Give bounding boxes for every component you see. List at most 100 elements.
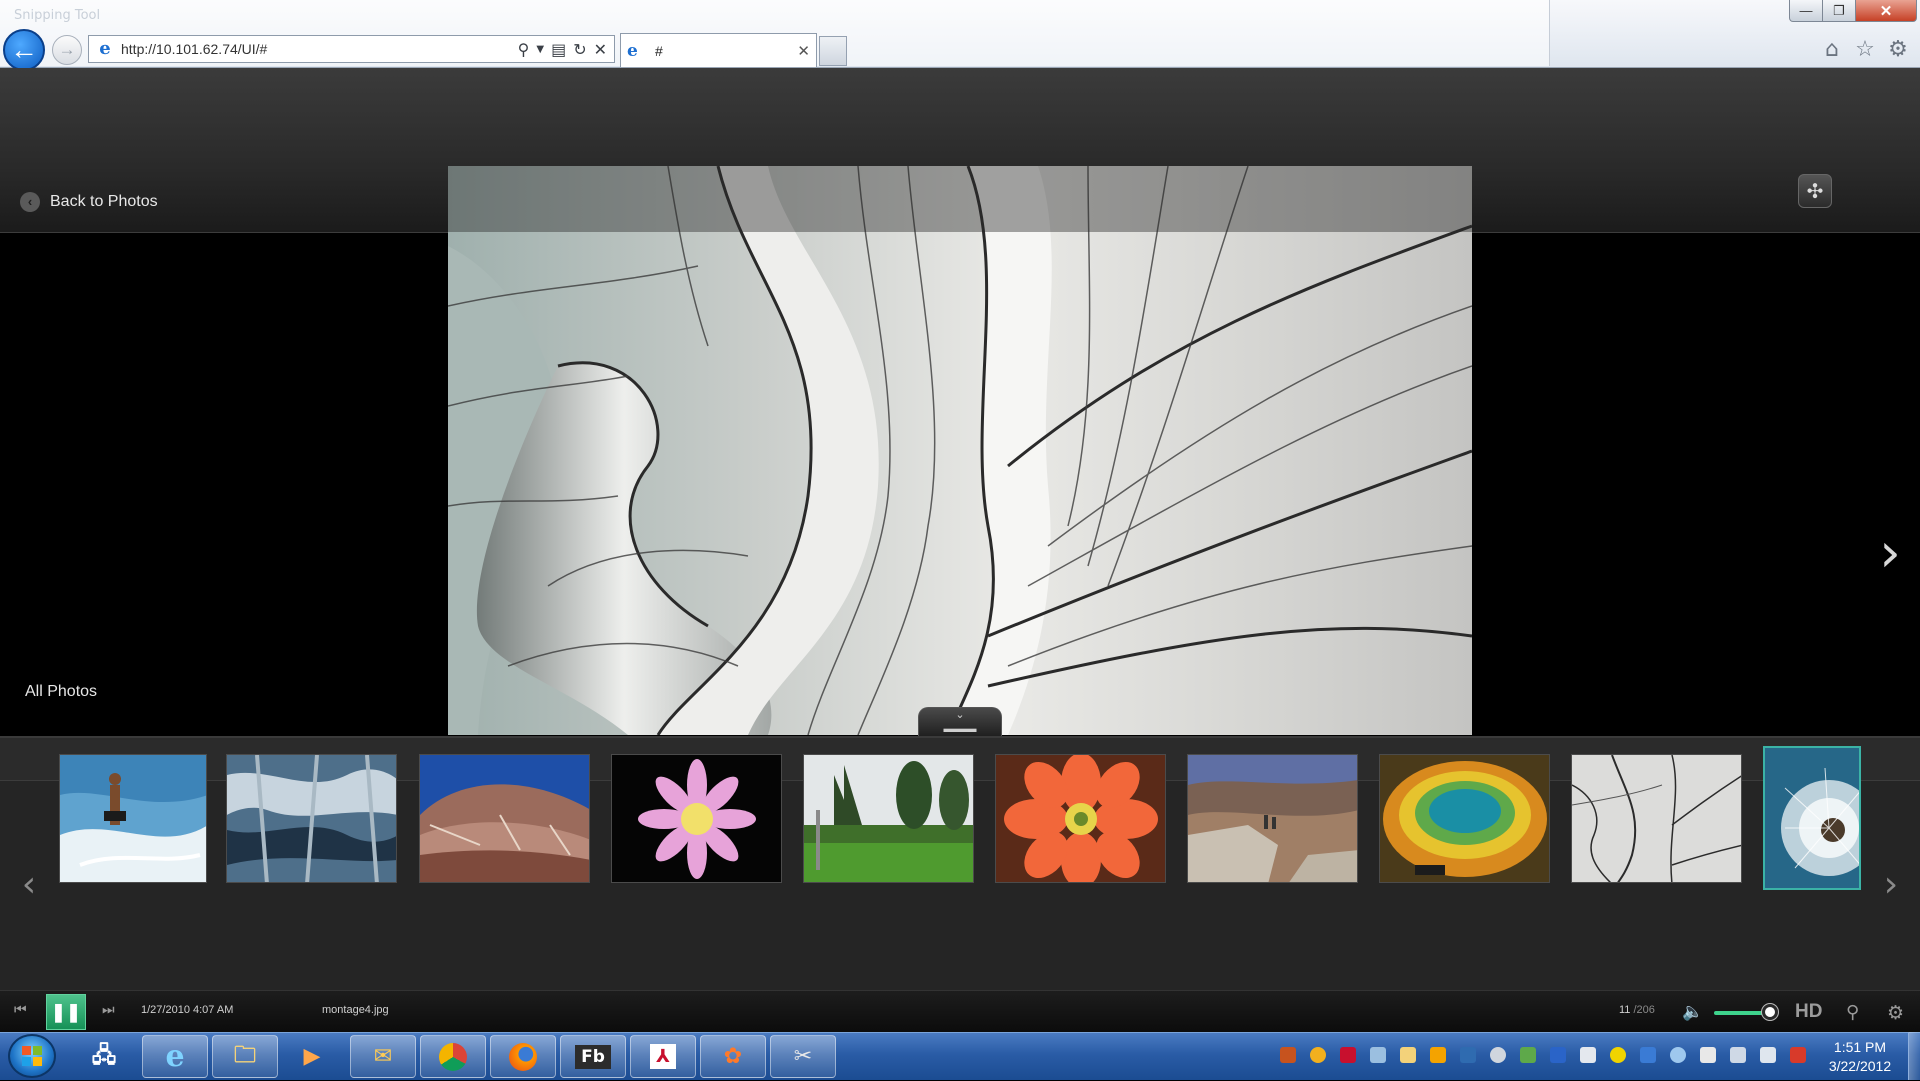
background-window-title: Snipping Tool xyxy=(14,8,101,23)
home-icon[interactable]: ⌂ xyxy=(1818,36,1846,64)
previous-track-icon[interactable]: ⏮ xyxy=(14,1002,27,1018)
thumbnail-dandelion-selected[interactable] xyxy=(1763,746,1861,890)
tray-remote-icon[interactable] xyxy=(1640,1047,1656,1063)
taskbar-media-player[interactable]: ▶ xyxy=(282,1035,342,1078)
photo-date: 1/27/2010 4:07 AM xyxy=(141,1004,234,1016)
show-desktop-button[interactable] xyxy=(1908,1032,1920,1080)
speaker-icon[interactable]: 🔈 xyxy=(1682,1002,1703,1022)
taskbar-network[interactable]: 🖧 xyxy=(78,1035,130,1078)
photo-filename: montage4.jpg xyxy=(322,1004,389,1016)
filmstrip-next-arrow-icon[interactable]: › xyxy=(1876,863,1906,907)
tray-update-icon[interactable] xyxy=(1310,1047,1326,1063)
tray-bluetooth-icon[interactable] xyxy=(1550,1047,1566,1063)
outlook-icon: ✉ xyxy=(373,1044,393,1069)
taskbar-firefox[interactable] xyxy=(490,1035,556,1078)
photo-top-overlay xyxy=(448,166,1472,232)
toggle-filmstrip-button[interactable]: ⌄ ▬▬▬ xyxy=(918,707,1002,737)
close-tab-icon[interactable]: ✕ xyxy=(797,42,810,60)
tray-app-icon[interactable] xyxy=(1370,1047,1386,1063)
window-minimize-button[interactable]: — xyxy=(1789,0,1823,22)
tray-mail-icon[interactable] xyxy=(1400,1047,1416,1063)
taskbar-snipping-tool[interactable]: ✂ xyxy=(770,1035,836,1078)
taskbar-outlook[interactable]: ✉ xyxy=(350,1035,416,1078)
filmstrip-grid-icon: ▬▬▬ xyxy=(943,723,977,735)
photo-total: /206 xyxy=(1633,1004,1655,1016)
media-player-icon: ▶ xyxy=(303,1044,321,1069)
chrome-icon xyxy=(439,1042,467,1071)
thumbnail-image xyxy=(1188,755,1357,882)
pause-icon: ❚❚ xyxy=(50,1002,82,1022)
stop-icon[interactable]: ✕ xyxy=(594,40,607,59)
address-url[interactable]: http://10.101.62.74/UI/# xyxy=(121,41,518,57)
back-to-photos-link[interactable]: ‹ Back to Photos xyxy=(20,192,158,212)
tray-bridge-icon[interactable] xyxy=(1280,1047,1296,1063)
thumbnail-canyon-overlook[interactable] xyxy=(1187,754,1358,883)
new-tab-button[interactable] xyxy=(819,36,847,66)
browser-back-button[interactable]: ← xyxy=(3,29,45,71)
main-photo-image xyxy=(448,166,1472,735)
clock-date: 3/22/2012 xyxy=(1828,1058,1892,1074)
tab-title: # xyxy=(655,42,663,59)
search-icon[interactable]: ⚲ xyxy=(518,40,530,59)
next-photo-arrow-icon[interactable]: › xyxy=(1870,523,1910,583)
thumbnail-pink-cactus-flower[interactable] xyxy=(611,754,782,883)
tray-volume-icon[interactable] xyxy=(1760,1047,1776,1063)
adobe-reader-icon: ⅄ xyxy=(650,1044,676,1069)
favorites-star-icon[interactable]: ☆ xyxy=(1851,36,1879,64)
filmstrip-prev-arrow-icon[interactable]: ‹ xyxy=(14,863,44,907)
photo-position: 11 xyxy=(1619,1004,1631,1016)
tray-monitor-icon[interactable] xyxy=(1460,1047,1476,1063)
ie-tab-icon: e xyxy=(627,40,638,61)
main-photo[interactable] xyxy=(448,166,1472,735)
browser-forward-button[interactable]: → xyxy=(52,35,82,65)
tray-acrobat-icon[interactable] xyxy=(1340,1047,1356,1063)
thumbnail-image xyxy=(420,755,589,882)
zoom-icon[interactable]: ⚲ xyxy=(1846,1002,1859,1023)
window-close-button[interactable]: ✕ xyxy=(1855,0,1917,22)
start-button[interactable] xyxy=(8,1034,56,1078)
taskbar-adobe-reader[interactable]: ⅄ xyxy=(630,1035,696,1078)
settings-gear-icon[interactable]: ⚙ xyxy=(1887,1002,1904,1024)
tray-battery-icon[interactable] xyxy=(1700,1047,1716,1063)
taskbar-chrome[interactable] xyxy=(420,1035,486,1078)
tray-sync-icon[interactable] xyxy=(1610,1047,1626,1063)
tray-display-icon[interactable] xyxy=(1580,1047,1596,1063)
window-maximize-button[interactable]: ❐ xyxy=(1822,0,1856,22)
firefox-icon xyxy=(509,1042,537,1071)
thumbnail-image xyxy=(227,755,396,882)
refresh-icon[interactable]: ↻ xyxy=(573,40,586,59)
tray-globe-icon[interactable] xyxy=(1670,1047,1686,1063)
tools-gear-icon[interactable]: ⚙ xyxy=(1884,36,1912,64)
compatibility-view-icon[interactable]: ▤ xyxy=(551,40,566,59)
taskbar-windows-explorer[interactable]: 🗀 xyxy=(212,1035,278,1078)
share-button[interactable]: ✣ xyxy=(1798,174,1832,208)
thumbnail-hot-spring[interactable] xyxy=(1379,754,1550,883)
tray-action-center-flag-icon[interactable] xyxy=(1790,1047,1806,1063)
volume-slider-knob[interactable] xyxy=(1762,1004,1778,1020)
dropdown-icon[interactable]: ▼ xyxy=(536,44,544,55)
taskbar-flash-builder[interactable]: Fb xyxy=(560,1035,626,1078)
next-track-icon[interactable]: ⏭ xyxy=(102,1002,115,1018)
thumbnail-image xyxy=(1380,755,1549,882)
tray-outlook-icon[interactable] xyxy=(1430,1047,1446,1063)
thumbnail-image xyxy=(996,755,1165,882)
thumbnail-abstract-architecture[interactable] xyxy=(1571,754,1742,883)
address-bar[interactable]: e http://10.101.62.74/UI/# ⚲ ▼ ▤ ↻ ✕ xyxy=(88,35,615,63)
thumbnail-formal-garden[interactable] xyxy=(803,754,974,883)
thumbnail-image xyxy=(804,755,973,882)
tray-network-icon[interactable] xyxy=(1520,1047,1536,1063)
thumbnail-orange-cactus-flower[interactable] xyxy=(995,754,1166,883)
hd-toggle[interactable]: HD xyxy=(1795,1001,1822,1023)
tray-disk-icon[interactable] xyxy=(1490,1047,1506,1063)
tray-wifi-icon[interactable] xyxy=(1730,1047,1746,1063)
chevron-down-icon: ⌄ xyxy=(955,709,965,721)
thumbnail-image xyxy=(1572,755,1741,882)
thumbnail-painted-desert[interactable] xyxy=(419,754,590,883)
browser-tab[interactable]: e # ✕ xyxy=(620,33,817,67)
taskbar-clock[interactable]: 1:51 PM 3/22/2012 xyxy=(1818,1038,1902,1076)
taskbar-paint[interactable]: ✿ xyxy=(700,1035,766,1078)
thumbnail-surfer[interactable] xyxy=(59,754,207,883)
thumbnail-water-reflections[interactable] xyxy=(226,754,397,883)
taskbar-internet-explorer[interactable]: e xyxy=(142,1035,208,1078)
pause-button[interactable]: ❚❚ xyxy=(46,994,86,1030)
